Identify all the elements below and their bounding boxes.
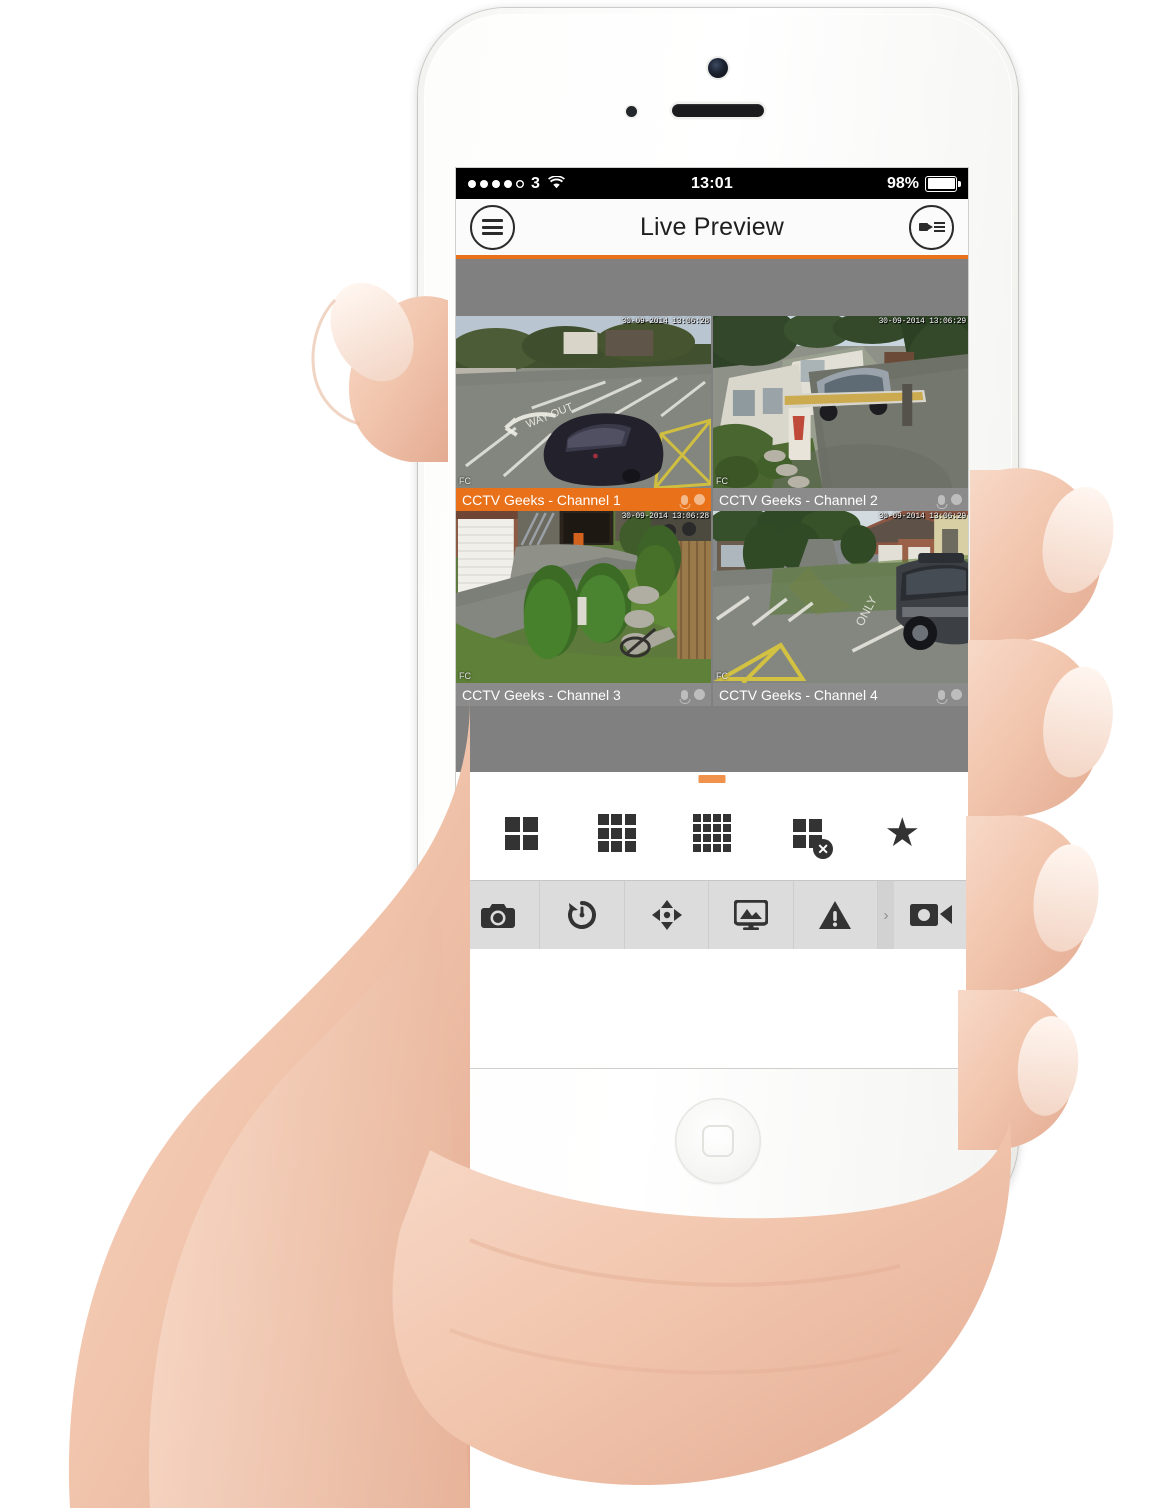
watermark-overlay: FC: [459, 671, 471, 681]
timestamp-overlay: 30-09-2014 13:06:28: [621, 317, 710, 326]
rewind-clock-icon: [566, 899, 598, 931]
home-button-icon[interactable]: [675, 1098, 761, 1184]
record-indicator-icon[interactable]: [694, 494, 705, 505]
video-feed-channel-1[interactable]: WAY OUT 30-09-2014 13:06:28 FC: [456, 316, 711, 488]
timestamp-overlay: 30-09-2014 13:06:29: [878, 317, 967, 326]
microphone-icon[interactable]: [938, 689, 945, 700]
front-camera-icon: [708, 58, 728, 78]
warning-triangle-icon: [818, 900, 852, 930]
page-indicator-active: [698, 775, 726, 783]
channel-name: CCTV Geeks - Channel 3: [462, 686, 621, 703]
grid-2x2-icon: [505, 816, 539, 850]
phone-screen: 3 13:01 98% Live Preview WAY OUT 30-09-2…: [456, 168, 968, 1068]
snapshot-button[interactable]: [456, 881, 541, 949]
proximity-sensor-icon: [626, 106, 637, 117]
watermark-overlay: FC: [716, 671, 728, 681]
channel-label-bar[interactable]: CCTV Geeks - Channel 2: [713, 488, 968, 511]
playback-button[interactable]: [540, 881, 625, 949]
image-settings-button[interactable]: [709, 881, 794, 949]
status-bar: 3 13:01 98%: [456, 168, 968, 199]
watermark-overlay: FC: [459, 476, 471, 486]
layout-4x4-button[interactable]: [684, 805, 740, 861]
star-icon: ★: [884, 811, 921, 855]
camera-icon: [480, 901, 515, 929]
status-time: 13:01: [691, 174, 733, 192]
page-indicator: [456, 772, 968, 786]
layout-2x2-button[interactable]: [494, 805, 550, 861]
record-indicator-icon[interactable]: [951, 494, 962, 505]
microphone-icon[interactable]: [681, 689, 688, 700]
timestamp-overlay: 30-09-2014 13:06:28: [621, 512, 710, 521]
microphone-icon[interactable]: [938, 494, 945, 505]
favourites-button[interactable]: ★: [874, 805, 930, 861]
channel-name: CCTV Geeks - Channel 4: [719, 686, 878, 703]
video-tile-channel-2[interactable]: 30-09-2014 13:06:29 FC CCTV Geeks - Chan…: [713, 316, 968, 511]
close-all-button[interactable]: ✕: [779, 805, 835, 861]
watermark-overlay: FC: [716, 476, 728, 486]
action-toolbar: ›: [456, 880, 968, 949]
video-tile-channel-3[interactable]: 30-09-2014 13:06:28 FC CCTV Geeks - Chan…: [456, 511, 711, 706]
alarm-button[interactable]: [794, 881, 879, 949]
ptz-control-button[interactable]: [625, 881, 710, 949]
phone-device: 3 13:01 98% Live Preview WAY OUT 30-09-2…: [418, 8, 1018, 1228]
layout-toolbar: ✕ ★: [456, 786, 968, 880]
ptz-arrows-icon: [651, 899, 683, 931]
screen-bottom-filler: [456, 949, 968, 1068]
video-tile-channel-4[interactable]: ONLY 30-09-2014 13:06:29 FC CCTV Geeks -…: [713, 511, 968, 706]
channel-label-bar[interactable]: CCTV Geeks - Channel 4: [713, 683, 968, 706]
timestamp-overlay: 30-09-2014 13:06:29: [878, 512, 967, 521]
channel-name: CCTV Geeks - Channel 2: [719, 491, 878, 508]
channel-name: CCTV Geeks - Channel 1: [462, 491, 621, 508]
camera-list-icon[interactable]: [909, 204, 954, 250]
battery-icon: [925, 175, 961, 192]
toolbar-overflow-chevron[interactable]: ›: [878, 881, 895, 949]
close-badge-icon: ✕: [813, 839, 834, 859]
video-record-icon: [910, 902, 953, 928]
grid-3x3-icon: [597, 814, 636, 852]
microphone-icon[interactable]: [681, 494, 688, 505]
monitor-image-icon: [733, 900, 768, 930]
video-grid-filler: [456, 706, 968, 772]
layout-3x3-button[interactable]: [589, 805, 645, 861]
video-grid-area: WAY OUT 30-09-2014 13:06:28 FC CCTV Geek…: [456, 259, 968, 772]
video-feed-channel-2[interactable]: 30-09-2014 13:06:29 FC: [713, 316, 968, 488]
channel-label-bar[interactable]: CCTV Geeks - Channel 1: [456, 488, 711, 511]
screenshot-root: 3 13:01 98% Live Preview WAY OUT 30-09-2…: [0, 0, 1156, 1508]
record-button[interactable]: [894, 881, 968, 949]
video-tile-channel-1[interactable]: WAY OUT 30-09-2014 13:06:28 FC CCTV Geek…: [456, 316, 711, 511]
page-title: Live Preview: [639, 212, 785, 241]
video-feed-channel-4[interactable]: ONLY 30-09-2014 13:06:29 FC: [713, 511, 968, 683]
video-feed-channel-3[interactable]: 30-09-2014 13:06:28 FC: [456, 511, 711, 683]
hamburger-menu-icon[interactable]: [470, 204, 515, 250]
record-indicator-icon[interactable]: [694, 689, 705, 700]
earpiece-speaker-icon: [672, 104, 764, 117]
record-indicator-icon[interactable]: [951, 689, 962, 700]
navigation-bar: Live Preview: [456, 199, 968, 255]
video-grid: WAY OUT 30-09-2014 13:06:28 FC CCTV Geek…: [456, 316, 968, 706]
channel-label-bar[interactable]: CCTV Geeks - Channel 3: [456, 683, 711, 706]
grid-4x4-icon: [692, 814, 731, 852]
